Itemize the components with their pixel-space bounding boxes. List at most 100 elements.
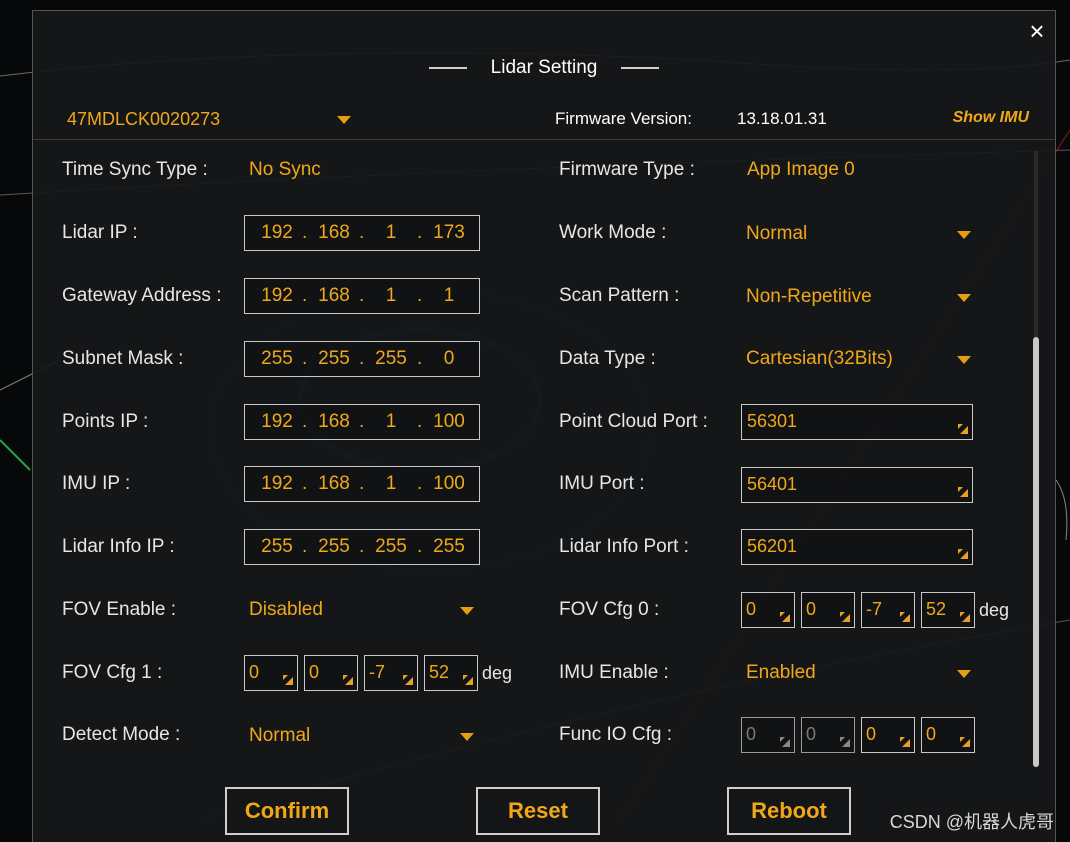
fov-cfg1-spin-0[interactable]: 0	[244, 655, 298, 691]
imu-ip-label: IMU IP :	[62, 473, 131, 494]
imu-enable-label: IMU Enable :	[559, 662, 669, 683]
ip-octet[interactable]: 255	[257, 348, 297, 370]
fov-cfg0-spin-3[interactable]: 52	[921, 592, 975, 628]
ip-octet[interactable]: 100	[429, 473, 469, 495]
fov-cfg0-spin-2[interactable]: -7	[861, 592, 915, 628]
data-type-dropdown[interactable]: Cartesian(32Bits)	[746, 346, 976, 376]
chevron-down-icon	[957, 231, 971, 239]
spin-arrows-icon[interactable]	[960, 737, 970, 747]
data-type-label: Data Type :	[559, 348, 656, 369]
fov-cfg1-spin-3[interactable]: 52	[424, 655, 478, 691]
time-sync-value: No Sync	[249, 159, 321, 180]
close-icon[interactable]: ×	[1025, 18, 1049, 44]
lidar-info-ip-input[interactable]: 255 . 255 . 255 . 255	[244, 529, 480, 565]
spin-arrows-icon	[780, 737, 790, 747]
confirm-button[interactable]: Confirm	[225, 787, 349, 835]
imu-ip-input[interactable]: 192 . 168 . 1 . 100	[244, 466, 480, 502]
ip-octet[interactable]: 173	[429, 222, 469, 244]
ip-octet[interactable]: 168	[314, 222, 354, 244]
title-divider-right	[621, 67, 660, 69]
imu-enable-dropdown[interactable]: Enabled	[746, 660, 976, 690]
points-ip-input[interactable]: 192 . 168 . 1 . 100	[244, 404, 480, 440]
data-type-value: Cartesian(32Bits)	[746, 348, 893, 369]
func-io-spin-2[interactable]: 0	[861, 717, 915, 753]
lidar-info-ip-label: Lidar Info IP :	[62, 536, 175, 557]
ip-octet[interactable]: 192	[257, 411, 297, 433]
reboot-button[interactable]: Reboot	[727, 787, 851, 835]
spin-arrows-icon[interactable]	[780, 612, 790, 622]
ip-octet[interactable]: 1	[429, 285, 469, 307]
ip-octet[interactable]: 1	[371, 473, 411, 495]
spin-arrows-icon[interactable]	[840, 612, 850, 622]
show-imu-link[interactable]: Show IMU	[953, 109, 1029, 127]
chevron-down-icon	[957, 670, 971, 678]
ip-octet[interactable]: 100	[429, 411, 469, 433]
ip-octet[interactable]: 168	[314, 285, 354, 307]
lidar-info-port-label: Lidar Info Port :	[559, 536, 689, 557]
ip-octet[interactable]: 255	[257, 536, 297, 558]
spin-arrows-icon[interactable]	[960, 612, 970, 622]
spin-value: 0	[806, 599, 817, 619]
ip-octet[interactable]: 255	[314, 536, 354, 558]
work-mode-dropdown[interactable]: Normal	[746, 221, 976, 251]
ip-octet[interactable]: 255	[429, 536, 469, 558]
reset-button[interactable]: Reset	[476, 787, 600, 835]
ip-octet[interactable]: 255	[314, 348, 354, 370]
ip-dot: .	[302, 536, 308, 557]
scan-pattern-dropdown[interactable]: Non-Repetitive	[746, 284, 976, 314]
spin-arrows-icon[interactable]	[463, 675, 473, 685]
chevron-down-icon	[957, 294, 971, 302]
spin-arrows-icon[interactable]	[958, 487, 968, 497]
ip-octet[interactable]: 1	[371, 222, 411, 244]
subnet-mask-input[interactable]: 255 . 255 . 255 . 0	[244, 341, 480, 377]
func-io-label: Func IO Cfg :	[559, 724, 672, 745]
ip-octet[interactable]: 168	[314, 411, 354, 433]
imu-enable-value: Enabled	[746, 662, 816, 683]
points-ip-label: Points IP :	[62, 411, 149, 432]
fov-cfg1-spin-2[interactable]: -7	[364, 655, 418, 691]
watermark: CSDN @机器人虎哥	[889, 812, 1054, 832]
scrollbar-thumb[interactable]	[1033, 337, 1039, 767]
scan-pattern-label: Scan Pattern :	[559, 285, 680, 306]
spin-arrows-icon[interactable]	[900, 612, 910, 622]
spin-arrows-icon[interactable]	[958, 549, 968, 559]
fov-enable-label: FOV Enable :	[62, 599, 177, 620]
ip-octet[interactable]: 1	[371, 285, 411, 307]
func-io-spin-3[interactable]: 0	[921, 717, 975, 753]
fov-cfg1-spin-1[interactable]: 0	[304, 655, 358, 691]
device-serial-select[interactable]: 47MDLCK0020273	[65, 101, 355, 139]
lidar-info-port-input[interactable]: 56201	[741, 529, 973, 565]
chevron-down-icon	[460, 607, 474, 615]
ip-dot: .	[302, 285, 308, 306]
ip-octet[interactable]: 255	[371, 536, 411, 558]
ip-octet[interactable]: 0	[429, 348, 469, 370]
spin-arrows-icon[interactable]	[403, 675, 413, 685]
detect-mode-label: Detect Mode :	[62, 724, 181, 745]
spin-arrows-icon[interactable]	[343, 675, 353, 685]
ip-dot: .	[359, 348, 365, 369]
ip-octet[interactable]: 1	[371, 411, 411, 433]
ip-octet[interactable]: 192	[257, 222, 297, 244]
spin-value: 52	[429, 662, 450, 682]
ip-dot: .	[417, 222, 423, 243]
fov-cfg0-spin-0[interactable]: 0	[741, 592, 795, 628]
point-cloud-port-value: 56301	[747, 411, 798, 431]
fov-cfg0-spin-1[interactable]: 0	[801, 592, 855, 628]
chevron-down-icon	[460, 733, 474, 741]
detect-mode-dropdown[interactable]: Normal	[249, 723, 479, 753]
spin-arrows-icon[interactable]	[283, 675, 293, 685]
imu-port-input[interactable]: 56401	[741, 467, 973, 503]
gateway-input[interactable]: 192 . 168 . 1 . 1	[244, 278, 480, 314]
ip-dot: .	[417, 285, 423, 306]
point-cloud-port-input[interactable]: 56301	[741, 404, 973, 440]
title-divider-left	[428, 67, 467, 69]
lidar-ip-input[interactable]: 192 . 168 . 1 . 173	[244, 215, 480, 251]
ip-octet[interactable]: 168	[314, 473, 354, 495]
ip-octet[interactable]: 192	[257, 285, 297, 307]
ip-octet[interactable]: 255	[371, 348, 411, 370]
fov-enable-dropdown[interactable]: Disabled	[249, 597, 479, 627]
spin-arrows-icon[interactable]	[958, 424, 968, 434]
ip-octet[interactable]: 192	[257, 473, 297, 495]
ip-dot: .	[302, 348, 308, 369]
spin-arrows-icon[interactable]	[900, 737, 910, 747]
